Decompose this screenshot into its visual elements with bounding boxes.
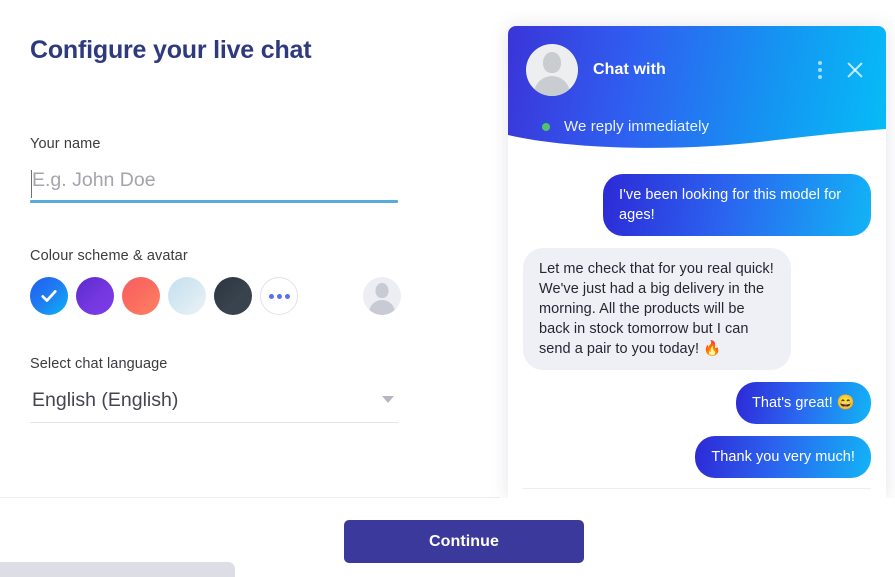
page-title: Configure your live chat — [30, 36, 312, 64]
avatar-placeholder-icon[interactable] — [363, 277, 401, 315]
dot-icon — [284, 293, 290, 299]
colour-swatch-blue[interactable] — [30, 277, 68, 315]
dot-icon — [818, 68, 822, 72]
chat-language-label: Select chat language — [30, 356, 168, 372]
chat-widget-preview: Chat with We reply immediately I've been… — [508, 26, 886, 498]
your-name-label: Your name — [30, 136, 101, 152]
chat-input-divider — [523, 488, 871, 489]
colour-swatch-row — [30, 277, 430, 315]
colour-swatch-dark[interactable] — [214, 277, 252, 315]
chat-widget-header: Chat with We reply immediately — [508, 26, 886, 154]
footer-bar: Continue — [0, 498, 895, 577]
chat-header-top-row: Chat with — [508, 26, 886, 96]
chat-language-select[interactable]: English (English) — [30, 384, 398, 420]
footer-progress-stub — [0, 562, 235, 577]
agent-avatar-icon — [526, 44, 578, 96]
configuration-form-panel: Configure your live chat Your name Colou… — [0, 0, 500, 498]
chat-widget-title: Chat with — [593, 61, 666, 78]
chat-message-row: Let me check that for you real quick! We… — [523, 248, 871, 370]
chat-message-row: Thank you very much! — [523, 436, 871, 478]
colour-swatch-purple[interactable] — [76, 277, 114, 315]
colour-swatch-coral[interactable] — [122, 277, 160, 315]
avatar-body — [369, 300, 395, 315]
avatar-head — [543, 52, 561, 73]
avatar-body — [534, 76, 570, 96]
chat-status-text: We reply immediately — [564, 118, 710, 135]
online-status-dot-icon — [542, 122, 550, 131]
chat-bubble-outgoing: I've been looking for this model for age… — [603, 174, 871, 236]
chat-bubble-outgoing: That's great! 😄 — [736, 382, 871, 424]
dot-icon — [818, 61, 822, 65]
chat-header-actions — [812, 57, 866, 83]
chevron-down-icon — [382, 396, 394, 403]
your-name-input[interactable] — [30, 165, 398, 199]
chat-language-underline — [30, 422, 398, 423]
avatar-head — [375, 283, 389, 298]
chat-bubble-incoming: Let me check that for you real quick! We… — [523, 248, 791, 370]
colour-swatch-pale-blue[interactable] — [168, 277, 206, 315]
close-icon[interactable] — [844, 59, 866, 81]
chat-language-field-group: Select chat language English (English) — [30, 356, 398, 423]
colour-scheme-label: Colour scheme & avatar — [30, 248, 188, 264]
dot-icon — [268, 293, 274, 299]
dot-icon — [276, 293, 282, 299]
dots-vertical-icon[interactable] — [812, 57, 828, 83]
chat-bubble-outgoing: Thank you very much! — [695, 436, 871, 478]
your-name-field-group: Your name — [30, 136, 398, 203]
colour-scheme-field-group: Colour scheme & avatar — [30, 248, 430, 315]
continue-button[interactable]: Continue — [344, 520, 584, 563]
dot-icon — [818, 75, 822, 79]
more-colours-button[interactable] — [260, 277, 298, 315]
your-name-underline — [30, 200, 398, 203]
configure-live-chat-screen: Configure your live chat Your name Colou… — [0, 0, 895, 577]
chat-status-row: We reply immediately — [508, 96, 886, 135]
chat-language-value: English (English) — [32, 389, 179, 411]
chat-message-row: That's great! 😄 — [523, 382, 871, 424]
chat-message-row: I've been looking for this model for age… — [523, 174, 871, 236]
text-cursor — [31, 170, 32, 198]
chat-message-list: I've been looking for this model for age… — [508, 154, 886, 486]
check-icon — [41, 290, 57, 302]
